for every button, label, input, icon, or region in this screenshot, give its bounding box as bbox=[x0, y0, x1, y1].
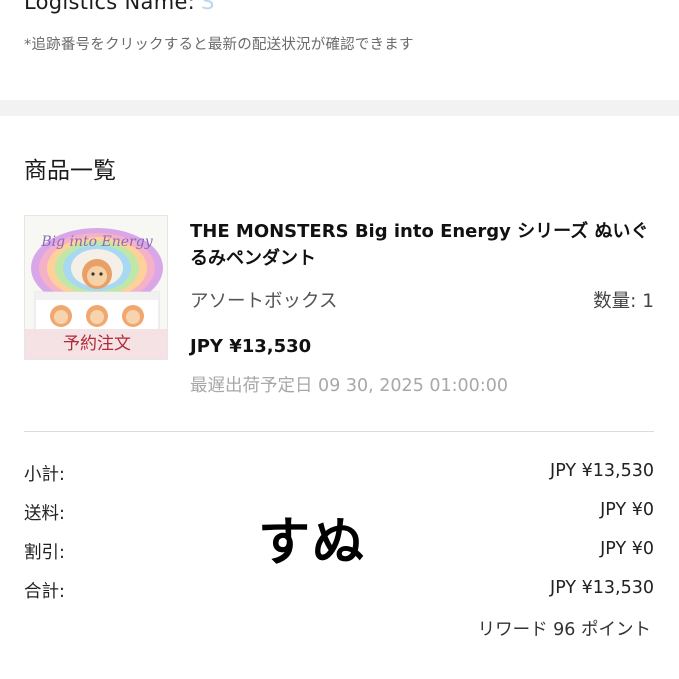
summary-label: 小計: bbox=[24, 465, 65, 485]
logistics-name-row: Logistics Name: S bbox=[24, 0, 215, 14]
latest-ship-date: 最遅出荷予定日 09 30, 2025 01:00:00 bbox=[190, 376, 508, 396]
summary-amount: JPY ¥0 bbox=[600, 500, 654, 520]
section-divider bbox=[0, 100, 679, 116]
summary-divider bbox=[24, 431, 654, 432]
summary-amount: JPY ¥0 bbox=[600, 539, 654, 559]
logistics-name-value[interactable]: S bbox=[201, 0, 215, 14]
items-section-title: 商品一覧 bbox=[24, 158, 116, 184]
summary-label: 合計: bbox=[24, 582, 65, 602]
preorder-badge: 予約注文 bbox=[25, 329, 167, 359]
thumbnail-title: Big into Energy bbox=[40, 234, 153, 250]
overlay-handwritten-text: すぬ bbox=[258, 513, 367, 573]
product-quantity: 数量: 1 bbox=[593, 291, 654, 312]
product-thumbnail[interactable]: Big into Energy 予約注文 bbox=[24, 215, 168, 360]
reward-points: リワード 96 ポイント bbox=[477, 620, 651, 640]
summary-amount: JPY ¥13,530 bbox=[550, 578, 654, 598]
summary-row-subtotal: 小計: JPY ¥13,530 bbox=[24, 461, 654, 487]
product-variant: アソートボックス bbox=[190, 291, 338, 312]
summary-row-total: 合計: JPY ¥13,530 bbox=[24, 578, 654, 604]
summary-amount: JPY ¥13,530 bbox=[550, 461, 654, 481]
product-price: JPY ¥13,530 bbox=[190, 336, 312, 357]
summary-label: 送料: bbox=[24, 504, 65, 524]
logistics-section: Logistics Name: S *追跡番号をクリックすると最新の配送状況が確認… bbox=[0, 0, 679, 100]
logistics-name-label: Logistics Name: bbox=[24, 0, 196, 14]
tracking-note: *追跡番号をクリックすると最新の配送状況が確認できます bbox=[24, 37, 414, 53]
order-detail-page: Logistics Name: S *追跡番号をクリックすると最新の配送状況が確認… bbox=[0, 0, 679, 679]
product-name[interactable]: THE MONSTERS Big into Energy シリーズ ぬいぐるみペ… bbox=[190, 218, 650, 272]
summary-label: 割引: bbox=[24, 543, 65, 563]
